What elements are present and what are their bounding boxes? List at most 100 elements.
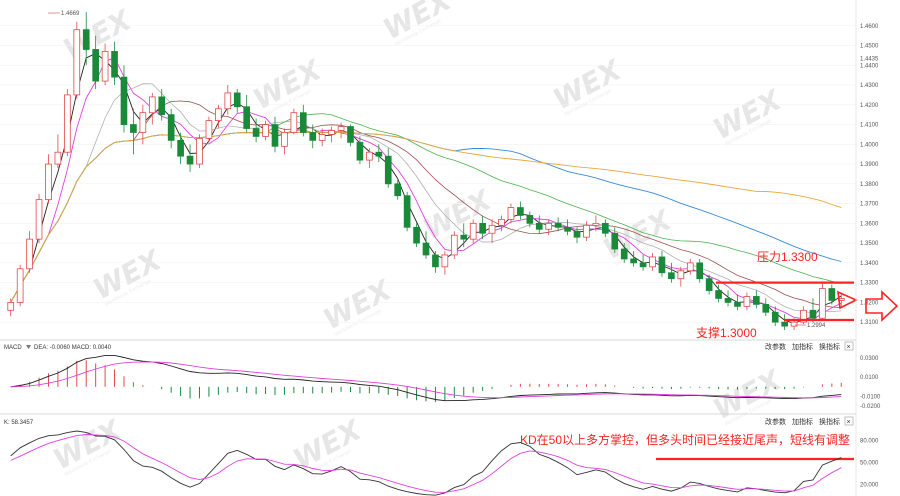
candle	[271, 116, 279, 153]
kd-toolbar: 改参数 加指标 换指标 ×	[765, 416, 854, 426]
candle	[148, 92, 156, 125]
candle	[668, 262, 675, 283]
change-params-button[interactable]: 改参数	[765, 342, 786, 351]
candle-body	[649, 256, 656, 268]
add-indicator-button[interactable]: 加指标	[792, 342, 813, 351]
candle-body	[111, 51, 118, 78]
candle-body	[299, 112, 307, 133]
candle	[281, 128, 288, 155]
candle-body	[224, 92, 232, 110]
switch-indicator-button[interactable]: 换指标	[819, 417, 840, 426]
macd-toolbar: 改参数 加指标 换指标 ×	[765, 341, 854, 351]
price-tick-label: 1.3500	[860, 241, 879, 247]
add-indicator-button[interactable]: 加指标	[792, 417, 813, 426]
change-params-button[interactable]: 改参数	[765, 417, 786, 426]
candle-body	[734, 301, 741, 307]
candle	[762, 298, 770, 317]
price-tick-label: 1.4100	[860, 123, 879, 129]
macd-tick-label: -0.0100	[860, 395, 881, 401]
macd-tick-label: 0.0100	[860, 375, 879, 381]
macd-legend-values: DEA: -0.0060 MACD: 0.0040	[34, 345, 112, 351]
candle-body	[517, 207, 524, 216]
watermark-text: WEX	[548, 53, 628, 116]
candle-body	[753, 296, 760, 305]
close-icon-glyph: ×	[847, 419, 851, 426]
candle	[73, 21, 81, 99]
candle	[432, 251, 439, 273]
candle-body	[762, 303, 770, 313]
macd-axis: 0.0300 0.0100 -0.0100 -0.0200	[860, 356, 881, 410]
candle-body	[819, 288, 826, 319]
candle-body	[809, 309, 817, 319]
macd-tick-label: 0.0300	[860, 356, 879, 362]
candle	[45, 154, 52, 204]
candle-body	[441, 254, 449, 268]
watermark-text: WEX	[88, 243, 168, 306]
macd-legend: MACD DEA: -0.0060 MACD: 0.0040	[4, 345, 112, 351]
candle-body	[658, 256, 666, 274]
candle-body	[705, 278, 713, 291]
macd-legend-prefix: MACD	[4, 345, 22, 351]
candle	[781, 314, 788, 331]
candle	[743, 292, 751, 311]
candle-body	[281, 132, 288, 147]
watermark-text: WEX	[708, 83, 788, 146]
price-tick-label: 1.4300	[860, 83, 879, 89]
candle-body	[743, 296, 751, 307]
candle	[450, 231, 458, 259]
candle	[375, 144, 383, 163]
candle-body	[677, 270, 685, 280]
candle-body	[620, 248, 628, 260]
price-tick-label: 1.3300	[860, 281, 879, 287]
candle	[205, 116, 213, 143]
candle	[649, 252, 656, 271]
candle-body	[271, 124, 279, 147]
candle-body	[45, 163, 52, 201]
candle-body	[347, 126, 354, 143]
kd-tick-label: 80.000	[860, 439, 879, 445]
candle-body	[215, 108, 222, 122]
candle	[535, 215, 543, 234]
candle-body	[375, 151, 383, 157]
candle-body	[82, 29, 90, 50]
kd-annotation: KD在50以上多方掌控，但多头时间已经接近尾声，短线有调整	[520, 432, 850, 447]
candle	[564, 219, 571, 236]
candle	[299, 104, 307, 137]
candle	[35, 193, 43, 244]
candle-body	[233, 92, 241, 108]
candle-body	[366, 151, 373, 161]
high-marker-label: 1.4669	[61, 11, 80, 17]
support-label: 支撑1.3000	[696, 325, 757, 340]
candle	[186, 144, 194, 172]
price-tick-label: 1.3600	[860, 221, 879, 227]
candle	[252, 118, 260, 143]
candle	[120, 65, 128, 133]
candle-body	[290, 112, 298, 133]
candle-body	[54, 151, 62, 165]
candle-body	[724, 298, 732, 303]
candle-body	[73, 29, 81, 96]
candle-body	[35, 199, 43, 240]
candle	[177, 132, 184, 165]
price-tick-label: 1.4000	[860, 142, 879, 148]
candle-body	[460, 234, 468, 240]
candle-body	[16, 268, 24, 303]
candle-body	[498, 218, 505, 226]
watermark-text: WEX	[288, 413, 368, 476]
candle-body	[101, 51, 109, 82]
candle	[639, 254, 647, 271]
candle-body	[158, 96, 166, 116]
candle-body	[139, 112, 147, 133]
switch-indicator-button[interactable]: 换指标	[819, 342, 840, 351]
candle	[734, 294, 741, 311]
kd-tick-label: 20.000	[860, 483, 879, 489]
candle	[347, 124, 354, 147]
candle-body	[394, 183, 402, 197]
candle-body	[186, 155, 194, 165]
candle	[366, 148, 373, 169]
candle-body	[177, 139, 184, 157]
candle	[753, 290, 760, 309]
candle-body	[64, 94, 71, 153]
candle	[328, 126, 335, 143]
candle-body	[384, 155, 392, 185]
